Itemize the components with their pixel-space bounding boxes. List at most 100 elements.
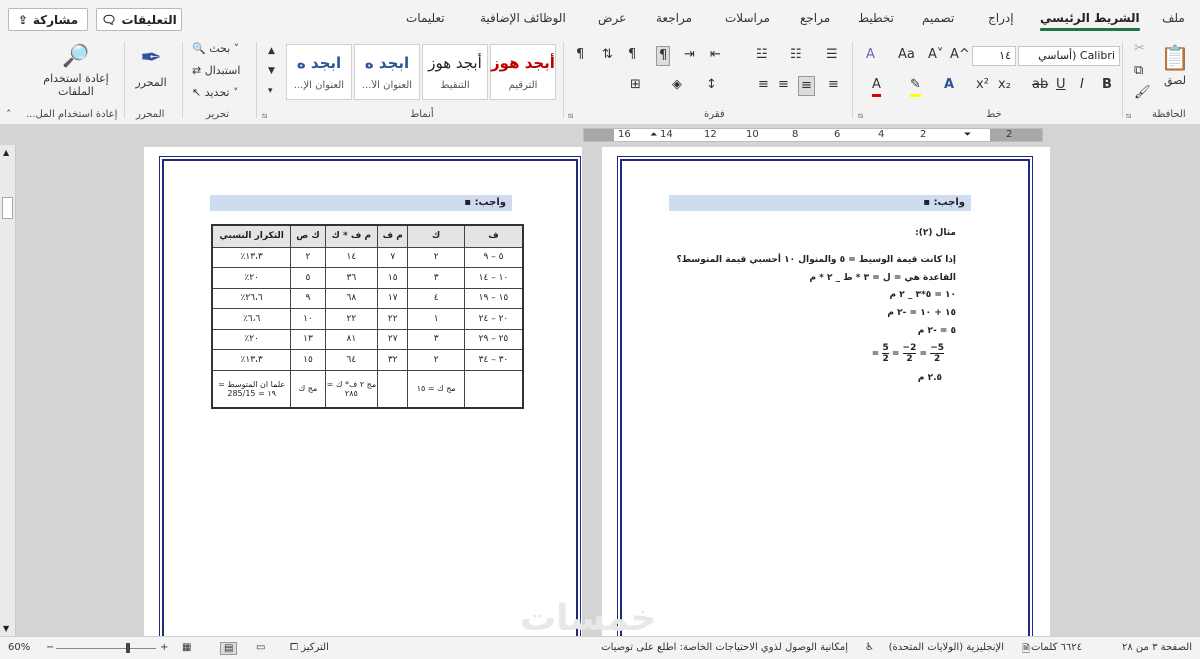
table-cell[interactable]: ١٣	[290, 328, 326, 350]
table-cell[interactable]: ٣	[407, 328, 465, 350]
grow-font-icon[interactable]: A^	[950, 46, 970, 64]
word-count[interactable]: ٦٦٢٤ كلمات	[1031, 642, 1082, 653]
table-cell[interactable]: ٣	[407, 267, 465, 289]
paragraph-launcher-icon[interactable]: ⧅	[568, 111, 573, 121]
comments-button[interactable]: التعليقات 🗨	[96, 8, 182, 31]
cut-icon[interactable]: ✂	[1134, 40, 1145, 58]
shading-icon[interactable]: ◈	[672, 76, 682, 94]
sort-icon[interactable]: ⇅	[602, 46, 613, 64]
increase-indent-icon[interactable]: ⇥	[684, 46, 695, 64]
table-footer-cell[interactable]	[377, 369, 409, 409]
table-cell[interactable]: ١	[407, 308, 465, 330]
table-footer-cell[interactable]: مج ك = ١٥	[407, 369, 465, 409]
align-left-icon[interactable]: ≡	[758, 76, 769, 94]
italic-button[interactable]: I	[1080, 76, 1084, 94]
numbering-icon[interactable]: ☷	[790, 46, 802, 64]
table-cell[interactable]: ١٠	[290, 308, 326, 330]
table-footer-cell[interactable]: علما ان المتوسط = ١٩ = 285/15	[211, 369, 292, 409]
styles-more-icon[interactable]: ▾	[268, 82, 273, 100]
table-cell[interactable]: ٦،٦٪	[211, 308, 292, 330]
table-cell[interactable]: ٥ – ٩	[463, 246, 524, 268]
read-mode-icon[interactable]: ▦	[182, 642, 191, 653]
zoom-slider[interactable]	[56, 643, 156, 653]
tab-help[interactable]: تعليمات	[406, 11, 445, 25]
scroll-up-icon[interactable]: ▲	[3, 148, 9, 157]
change-case-icon[interactable]: Aa	[898, 46, 915, 64]
tab-home[interactable]: الشريط الرئيسي	[1040, 11, 1140, 31]
select-button[interactable]: ˅ تحديد ↖	[192, 84, 239, 102]
styles-launcher-icon[interactable]: ⧅	[262, 111, 267, 121]
table-cell[interactable]: ٢٧	[377, 328, 409, 350]
table-cell[interactable]: ٢٥ – ٢٩	[463, 328, 524, 350]
horizontal-ruler[interactable]: 2 2 4 6 8 10 12 14 16 ⏶ ⏷	[0, 125, 1200, 145]
decrease-indent-icon[interactable]: ⇤	[710, 46, 721, 64]
indent-marker-icon[interactable]: ⏷	[964, 130, 971, 140]
table-footer-cell[interactable]: مج ٢ ف* ك = ٢٨٥	[324, 369, 379, 409]
superscript-button[interactable]: x²	[976, 76, 989, 94]
collapse-ribbon-icon[interactable]: ˆ	[6, 106, 12, 124]
indent-marker-icon[interactable]: ⏶	[650, 130, 657, 140]
table-cell[interactable]: ١٥ – ١٩	[463, 287, 524, 309]
tab-insert[interactable]: إدراج	[988, 11, 1014, 25]
replace-button[interactable]: استبدال ⇄	[192, 62, 240, 80]
table-cell[interactable]: ٦٤	[324, 349, 379, 371]
justify-icon[interactable]: ≡	[798, 76, 815, 96]
paste-button[interactable]: 📋 لصق	[1158, 44, 1192, 90]
print-layout-icon[interactable]: ▤	[220, 642, 238, 655]
table-cell[interactable]: ٨١	[324, 328, 379, 350]
rtl-direction-icon[interactable]: ¶	[656, 46, 671, 66]
strikethrough-icon[interactable]: ab	[1032, 76, 1048, 94]
table-cell[interactable]: ١٠ – ١٤	[463, 267, 524, 289]
align-center-icon[interactable]: ≡	[778, 76, 789, 94]
zoom-out-icon[interactable]: −	[46, 642, 54, 653]
align-right-icon[interactable]: ≡	[828, 76, 839, 94]
table-cell[interactable]: ٤	[407, 287, 465, 309]
shrink-font-icon[interactable]: A˅	[928, 46, 943, 64]
tab-mailings[interactable]: مراسلات	[725, 11, 770, 25]
table-cell[interactable]: ٢٢	[324, 308, 379, 330]
table-cell[interactable]: ٢٦،٦٪	[211, 287, 292, 309]
table-cell[interactable]: ١٧	[377, 287, 409, 309]
table-cell[interactable]: ١٣،٣٪	[211, 349, 292, 371]
subscript-button[interactable]: x₂	[998, 76, 1011, 94]
table-cell[interactable]: ١٥	[290, 349, 326, 371]
font-launcher-icon[interactable]: ⧅	[858, 111, 863, 121]
copy-icon[interactable]: ⧉	[1134, 62, 1143, 80]
tab-addins[interactable]: الوظائف الإضافية	[480, 11, 566, 25]
focus-button[interactable]: التركيز ⧠	[290, 642, 329, 653]
font-size-combo[interactable]: ١٤	[972, 46, 1016, 66]
table-cell[interactable]: ٦٨	[324, 287, 379, 309]
zoom-slider-thumb[interactable]	[126, 643, 130, 653]
table-cell[interactable]: ١٤	[324, 246, 379, 268]
proofing-icon[interactable]: 🗎	[1022, 642, 1030, 659]
page-count[interactable]: الصفحة ٣ من ٢٨	[1122, 642, 1192, 653]
vertical-scrollbar[interactable]: ▲ ▼	[0, 145, 16, 636]
zoom-in-icon[interactable]: +	[160, 642, 168, 653]
table-cell[interactable]: ٥	[290, 267, 326, 289]
underline-button[interactable]: U	[1056, 76, 1066, 94]
borders-icon[interactable]: ⊞	[630, 76, 641, 94]
font-color-icon[interactable]: A	[872, 76, 881, 97]
style-heading2[interactable]: ابجد ه العنوان الإ...	[286, 44, 352, 100]
table-cell[interactable]: ١٥	[377, 267, 409, 289]
table-footer-cell[interactable]: مج ك	[290, 369, 326, 409]
tab-view[interactable]: عرض	[598, 11, 626, 25]
web-layout-icon[interactable]: ▭	[256, 642, 265, 653]
editor-button[interactable]: ✒ المحرر	[130, 42, 172, 92]
accessibility-icon[interactable]: ♿	[865, 642, 874, 653]
highlight-icon[interactable]: ✎	[910, 76, 921, 97]
table-cell[interactable]: ٢٠٪	[211, 328, 292, 350]
accessibility-status[interactable]: إمكانية الوصول لذوي الاحتياجات الخاصة: ا…	[601, 642, 848, 653]
table-cell[interactable]: ٩	[290, 287, 326, 309]
table-cell[interactable]: ٢٢	[377, 308, 409, 330]
language-indicator[interactable]: الإنجليزية (الولايات المتحدة)	[889, 642, 1004, 653]
clear-format-icon[interactable]: A	[866, 46, 875, 64]
clipboard-launcher-icon[interactable]: ⧅	[1126, 111, 1131, 121]
line-spacing-icon[interactable]: ↕	[706, 76, 717, 94]
tab-references[interactable]: مراجع	[800, 11, 830, 25]
style-numbering[interactable]: أبجد هوز الترقيم	[490, 44, 556, 100]
show-marks-icon[interactable]: ¶	[576, 46, 584, 64]
table-cell[interactable]: ٧	[377, 246, 409, 268]
table-cell[interactable]: ٣٢	[377, 349, 409, 371]
frequency-table[interactable]: ف ك م ف م ف * ك ك ص التكرار النسبي ٥ – ٩…	[211, 224, 524, 409]
